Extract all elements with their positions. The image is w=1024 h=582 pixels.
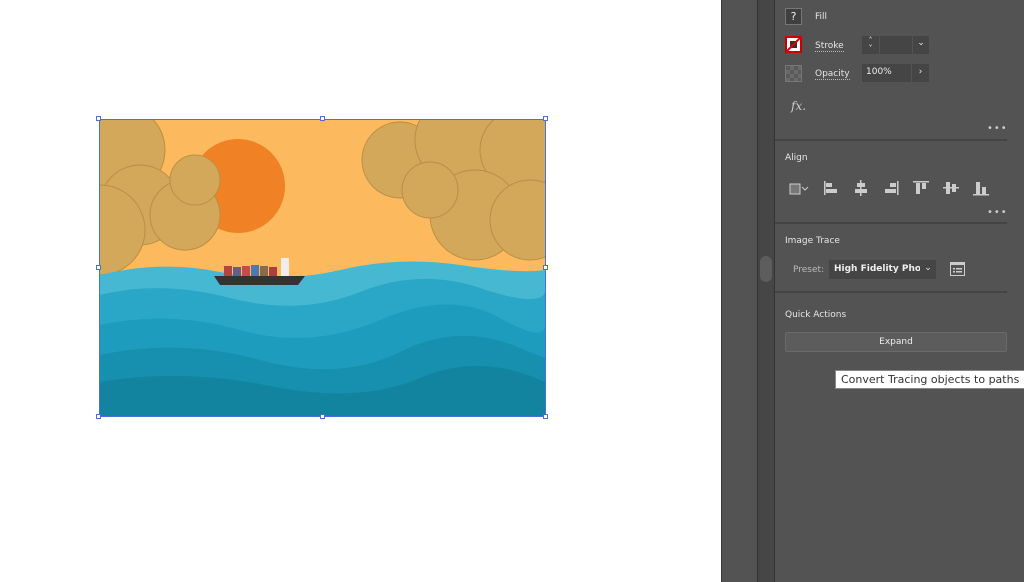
stroke-weight-input[interactable] [880,36,912,54]
panel-dock-strip [721,0,757,582]
ocean-sunset-illustration [54,94,571,416]
expand-tooltip: Convert Tracing objects to paths [835,370,1024,389]
preset-dropdown-arrow[interactable]: ⌄ [920,260,936,279]
align-horizontal-center-icon[interactable] [853,180,869,196]
selected-traced-image[interactable] [54,94,571,417]
resize-handle[interactable] [543,414,548,419]
stroke-swatch-none-icon[interactable] [785,36,802,53]
stroke-weight-dropdown[interactable]: ⌄ [913,36,929,54]
divider [775,222,1007,224]
opacity-label[interactable]: Opacity [815,69,850,80]
resize-handle[interactable] [543,265,548,270]
opacity-dropdown[interactable]: › [912,64,929,82]
opacity-input[interactable]: 100% [862,64,911,82]
resize-handle[interactable] [543,116,548,121]
divider [775,291,1007,293]
image-trace-title: Image Trace [785,236,840,246]
unknown-fill-icon[interactable]: ? [785,8,802,25]
align-bottom-icon[interactable] [973,180,989,196]
resize-handle[interactable] [96,265,101,270]
align-to-selection-icon[interactable] [787,180,809,196]
align-title: Align [785,153,808,163]
preset-dropdown[interactable]: High Fidelity Photo [829,260,921,279]
resize-handle[interactable] [96,116,101,121]
divider [775,139,1007,141]
preset-label: Preset: [793,265,825,275]
opacity-icon[interactable] [785,65,802,82]
fill-label: Fill [815,12,828,22]
properties-panel: ? Fill Stroke ˄ ˅ ⌄ Opacity 100% › fx. ••… [775,0,1024,582]
artboard-canvas[interactable] [0,0,721,582]
align-vertical-center-icon[interactable] [943,180,959,196]
fx-effects-icon[interactable]: fx. [791,99,806,113]
image-trace-panel-icon[interactable] [950,262,965,276]
expand-button[interactable]: Expand [785,332,1007,352]
quick-actions-title: Quick Actions [785,310,847,320]
resize-handle[interactable] [96,414,101,419]
scrollbar-thumb[interactable] [760,256,772,282]
panel-scrollbar[interactable] [757,0,775,582]
more-options-button[interactable]: ••• [987,123,1008,134]
resize-handle[interactable] [320,414,325,419]
align-left-icon[interactable] [823,180,839,196]
align-right-icon[interactable] [883,180,899,196]
align-top-icon[interactable] [913,180,929,196]
align-more-options-button[interactable]: ••• [987,207,1008,218]
stroke-weight-stepper[interactable]: ˄ ˅ [862,36,879,54]
resize-handle[interactable] [320,116,325,121]
stroke-label[interactable]: Stroke [815,41,844,52]
